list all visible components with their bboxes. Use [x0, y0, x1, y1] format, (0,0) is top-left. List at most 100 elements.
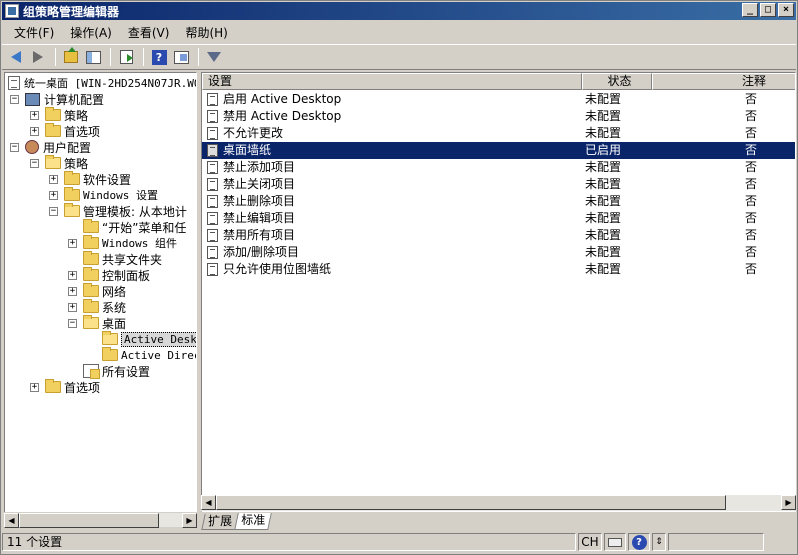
back-button[interactable]: [6, 47, 26, 67]
keyboard-button[interactable]: [604, 533, 626, 551]
setting-row[interactable]: 添加/删除项目 未配置 否: [202, 244, 795, 261]
setting-row[interactable]: 禁用 Active Desktop 未配置 否: [202, 108, 795, 125]
folder-icon: [45, 379, 61, 393]
computer-icon: [25, 92, 40, 106]
filter-button[interactable]: [204, 47, 224, 67]
tree-item-active-desktop[interactable]: Active Deskt: [102, 331, 196, 347]
properties-button[interactable]: [171, 47, 191, 67]
maximize-button[interactable]: □: [760, 3, 776, 17]
tree-item-preferences[interactable]: + 首选项: [30, 379, 100, 395]
policy-setting-icon: [207, 229, 218, 242]
collapse-toggle[interactable]: −: [68, 318, 77, 328]
tree-pane[interactable]: 统一桌面 [WIN-2HD254N07JR.WO − 计算机配置 + 策略 + …: [4, 72, 197, 527]
tree-label: 首选项: [64, 380, 101, 395]
help-button[interactable]: ?: [149, 47, 169, 67]
policy-setting-icon: [207, 127, 218, 140]
tab-standard[interactable]: 标准: [234, 513, 272, 530]
tree-item-windows-settings[interactable]: + Windows 设置: [49, 187, 158, 203]
ime-help-button[interactable]: ?: [628, 533, 650, 551]
tree-item-computer-config[interactable]: − 计算机配置: [10, 91, 104, 107]
tree-item-user-config[interactable]: − 用户配置: [10, 139, 91, 155]
tree-label: 首选项: [64, 124, 101, 139]
setting-state: 未配置: [585, 194, 622, 208]
menu-action[interactable]: 操作(A): [62, 24, 120, 41]
setting-name: 禁用 Active Desktop: [223, 109, 342, 123]
ime-options-button[interactable]: ⇕: [652, 533, 666, 551]
tree-item-network[interactable]: + 网络: [68, 283, 126, 299]
expand-toggle[interactable]: +: [68, 238, 77, 248]
expand-toggle[interactable]: +: [30, 110, 39, 120]
expand-toggle[interactable]: +: [30, 126, 39, 136]
setting-row[interactable]: 禁用所有项目 未配置 否: [202, 227, 795, 244]
tree-item-active-directory[interactable]: Active Direc: [102, 347, 196, 363]
expand-toggle[interactable]: +: [68, 286, 77, 296]
list-horizontal-scrollbar[interactable]: ◀ ▶: [201, 495, 796, 511]
tree-item-start-menu[interactable]: “开始”菜单和任: [83, 219, 186, 235]
setting-comment: 否: [745, 228, 758, 242]
title-bar[interactable]: 组策略管理编辑器 _ □ ×: [2, 2, 796, 20]
minimize-button[interactable]: _: [742, 3, 758, 17]
tree-label: 策略: [64, 108, 89, 123]
setting-row[interactable]: 禁止编辑项目 未配置 否: [202, 210, 795, 227]
collapse-toggle[interactable]: −: [49, 206, 58, 216]
menu-view[interactable]: 查看(V): [120, 24, 178, 41]
export-list-button[interactable]: [116, 47, 136, 67]
setting-row[interactable]: 不允许更改 未配置 否: [202, 125, 795, 142]
tree-item-desktop[interactable]: − 桌面: [68, 315, 126, 331]
scroll-right-button[interactable]: ▶: [781, 495, 796, 510]
tree-item-admin-templates[interactable]: − 管理模板: 从本地计: [49, 203, 187, 219]
scroll-left-button[interactable]: ◀: [201, 495, 216, 510]
back-arrow-icon: [11, 51, 21, 63]
expand-toggle[interactable]: +: [30, 382, 39, 392]
setting-row-selected[interactable]: 桌面墙纸 已启用 否: [202, 142, 795, 159]
setting-row[interactable]: 禁止添加项目 未配置 否: [202, 159, 795, 176]
tree-item-policies[interactable]: + 策略: [30, 107, 88, 123]
menu-file[interactable]: 文件(F): [6, 24, 62, 41]
expand-toggle[interactable]: +: [68, 302, 77, 312]
scroll-thumb[interactable]: [19, 513, 159, 528]
tree-horizontal-scrollbar[interactable]: ◀ ▶: [4, 512, 197, 528]
tree-item-root[interactable]: 统一桌面 [WIN-2HD254N07JR.WO: [8, 75, 196, 91]
tree-item-all-settings[interactable]: 所有设置: [83, 363, 150, 379]
tree-item-windows-components[interactable]: + Windows 组件: [68, 235, 177, 251]
collapse-toggle[interactable]: −: [10, 94, 19, 104]
menu-help[interactable]: 帮助(H): [177, 24, 235, 41]
collapse-toggle[interactable]: −: [10, 142, 19, 152]
setting-state: 已启用: [585, 143, 622, 157]
expand-toggle[interactable]: +: [68, 270, 77, 280]
tree-item-policies[interactable]: − 策略: [30, 155, 88, 171]
toolbar-separator: [55, 48, 56, 66]
scroll-thumb[interactable]: [216, 495, 726, 510]
settings-list-pane[interactable]: 设置 状态 注释 启用 Active Desktop 未配置 否 禁用 Acti…: [201, 72, 796, 512]
setting-row[interactable]: 禁止关闭项目 未配置 否: [202, 176, 795, 193]
tree-item-system[interactable]: + 系统: [68, 299, 126, 315]
tree-item-control-panel[interactable]: + 控制面板: [68, 267, 150, 283]
setting-name: 不允许更改: [223, 126, 284, 140]
setting-comment: 否: [745, 160, 758, 174]
expand-toggle[interactable]: +: [49, 174, 58, 184]
setting-row[interactable]: 启用 Active Desktop 未配置 否: [202, 91, 795, 108]
tab-extended[interactable]: 扩展: [201, 514, 239, 530]
column-header-setting[interactable]: 设置: [202, 73, 582, 90]
scroll-right-button[interactable]: ▶: [182, 513, 197, 528]
tree-label: 网络: [102, 284, 127, 299]
forward-button[interactable]: [28, 47, 48, 67]
close-button[interactable]: ×: [778, 3, 794, 17]
show-tree-button[interactable]: [83, 47, 103, 67]
tree-item-preferences[interactable]: + 首选项: [30, 123, 100, 139]
scroll-left-button[interactable]: ◀: [4, 513, 19, 528]
up-level-button[interactable]: [61, 47, 81, 67]
setting-comment: 否: [745, 109, 758, 123]
collapse-toggle[interactable]: −: [30, 158, 39, 168]
tree-label: 用户配置: [43, 140, 92, 155]
tree-item-software-settings[interactable]: + 软件设置: [49, 171, 131, 187]
setting-row[interactable]: 只允许使用位图墙纸 未配置 否: [202, 261, 795, 278]
column-header-state[interactable]: 状态: [582, 73, 652, 90]
show-hide-tree-icon: [85, 50, 101, 64]
expand-toggle[interactable]: +: [49, 190, 58, 200]
language-indicator[interactable]: CH: [578, 533, 602, 551]
setting-comment: 否: [745, 177, 758, 191]
setting-row[interactable]: 禁止删除项目 未配置 否: [202, 193, 795, 210]
column-header-comment[interactable]: 注释: [652, 73, 795, 90]
tree-item-shared-folders[interactable]: 共享文件夹: [83, 251, 162, 267]
